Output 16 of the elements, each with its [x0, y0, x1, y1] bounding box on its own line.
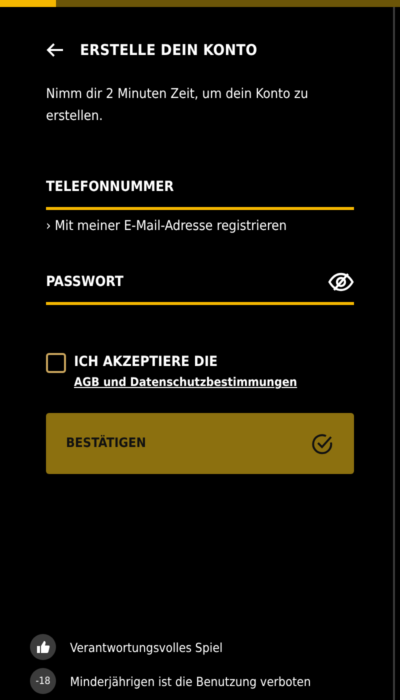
terms-link[interactable]: AGB und Datenschutzbestimmungen: [74, 375, 298, 389]
footer-text: Verantwortungsvolles Spiel: [70, 640, 223, 654]
thumbs-up-icon: [30, 634, 56, 660]
check-circle-icon: [310, 432, 334, 456]
phone-field[interactable]: TELEFONNUMMER: [46, 179, 354, 195]
back-button[interactable]: [46, 42, 64, 58]
intro-text: Nimm dir 2 Minuten Zeit, um dein Konto zu erstellen.: [46, 85, 310, 126]
password-field[interactable]: PASSWORT: [46, 274, 328, 290]
footer-text: Minderjährigen ist die Benutzung verboten: [70, 674, 311, 688]
terms-label: ICH AKZEPTIERE DIE: [74, 353, 219, 371]
page-title: ERSTELLE DEIN KONTO: [80, 41, 258, 59]
eye-icon[interactable]: [328, 272, 354, 292]
terms-checkbox[interactable]: [46, 353, 66, 373]
age-badge: -18: [30, 668, 56, 694]
email-signup-link[interactable]: › Mit meiner E-Mail-Adresse registrieren: [46, 218, 287, 234]
scrollbar[interactable]: [393, 7, 395, 700]
